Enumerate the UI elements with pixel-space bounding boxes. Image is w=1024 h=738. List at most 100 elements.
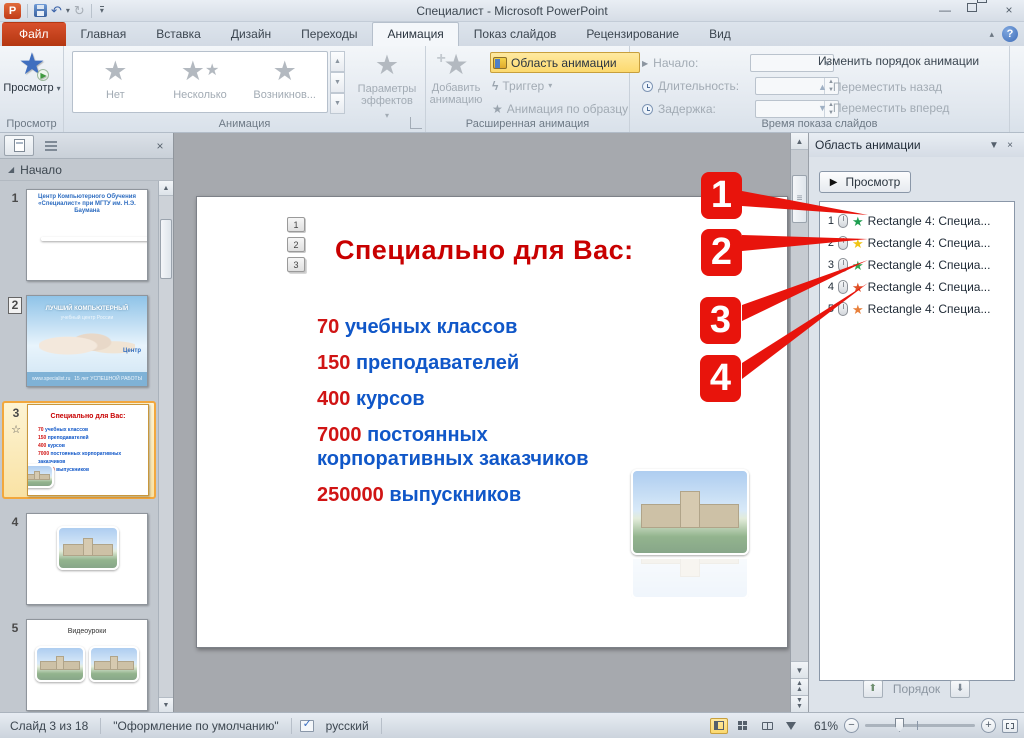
tab-animations[interactable]: Анимация	[372, 22, 458, 46]
mouse-click-icon	[838, 280, 848, 294]
minimize-ribbon-icon[interactable]: ▴	[989, 29, 994, 40]
animation-tag-1[interactable]: 1	[287, 217, 305, 232]
undo-dropdown-icon[interactable]: ▾	[66, 6, 70, 15]
effect-options-button[interactable]: Параметры эффектов ▾	[352, 50, 422, 121]
pane-menu-icon[interactable]: ▼	[986, 140, 1002, 151]
animation-item-4[interactable]: 4 Rectangle 4: Специа...	[820, 276, 1014, 298]
theme-name[interactable]: "Оформление по умолчанию"	[109, 719, 282, 733]
stars-icon	[205, 62, 219, 79]
building-photo	[57, 526, 119, 570]
zoom-in-button[interactable]: +	[981, 718, 996, 733]
previous-slide-button[interactable]: ▲▲	[791, 678, 808, 695]
animation-item-1[interactable]: 1 Rectangle 4: Специа...	[820, 210, 1014, 232]
slide-thumbnail-4[interactable]: 4	[4, 513, 156, 605]
play-icon: ▶	[830, 177, 838, 188]
pane-close-icon[interactable]: ×	[1002, 140, 1018, 151]
slide-thumbnail-1[interactable]: 1 Центр Компьютерного Обучения «Специали…	[4, 189, 156, 281]
close-button[interactable]: ×	[1000, 3, 1018, 17]
tab-view[interactable]: Вид	[694, 22, 746, 46]
redo-icon[interactable]: ↻	[74, 4, 85, 17]
zoom-out-button[interactable]: −	[844, 718, 859, 733]
save-icon[interactable]	[34, 4, 47, 17]
order-up-button[interactable]: ⬆	[863, 680, 883, 698]
tab-transitions[interactable]: Переходы	[286, 22, 372, 46]
animation-item-2[interactable]: 2 Rectangle 4: Специа...	[820, 232, 1014, 254]
gallery-item-none[interactable]: Нет	[73, 52, 158, 112]
gallery-item-appear[interactable]: Возникнов...	[242, 52, 327, 112]
scroll-up-icon[interactable]: ▲	[159, 181, 173, 196]
help-icon[interactable]: ?	[1002, 26, 1018, 42]
tab-outline[interactable]	[36, 135, 66, 156]
zoom-slider-handle[interactable]	[895, 718, 904, 732]
slide-thumbnail-2[interactable]: 2 ЛУЧШИЙ КОМПЬЮТЕРНЫЙ учебный центр Росс…	[4, 295, 156, 387]
next-slide-button[interactable]: ▼▼	[791, 695, 808, 712]
animation-painter-button[interactable]: Анимация по образцу	[490, 98, 642, 119]
add-animation-button[interactable]: ★ Добавить анимацию	[426, 50, 486, 106]
slide-sorter-button[interactable]	[734, 718, 752, 734]
undo-icon[interactable]: ↶	[51, 4, 62, 17]
slide-thumbnail-3-selected[interactable]: 3☆ Специально для Вас: 70 учебных классо…	[2, 401, 156, 499]
section-header[interactable]: ◢ Начало	[0, 159, 173, 181]
effect-options-star-icon	[375, 50, 399, 80]
scrollbar-thumb[interactable]	[160, 219, 172, 279]
animation-tag-3[interactable]: 3	[287, 257, 305, 272]
tab-insert[interactable]: Вставка	[141, 22, 216, 46]
move-later-button[interactable]: ▼ Переместить вперед	[818, 97, 1008, 118]
scrollbar-thumb[interactable]	[792, 175, 807, 223]
slideshow-button[interactable]	[782, 718, 800, 734]
preview-button[interactable]: ★▶ Просмотр ▾	[3, 50, 61, 95]
sparkle-star-icon	[273, 56, 297, 86]
panel-scrollbar[interactable]: ▲ ▼	[158, 181, 173, 712]
animation-item-3[interactable]: 3 Rectangle 4: Специа...	[820, 254, 1014, 276]
animation-pane-button[interactable]: Область анимации	[490, 52, 640, 73]
animation-tag-2[interactable]: 2	[287, 237, 305, 252]
animation-item-5[interactable]: 5 Rectangle 4: Специа...	[820, 298, 1014, 320]
building-photo	[41, 237, 148, 241]
building-photo[interactable]	[631, 469, 749, 555]
animation-pane-title: Область анимации	[815, 138, 921, 152]
zoom-slider[interactable]	[865, 724, 975, 727]
gallery-scroll-up-icon[interactable]: ▲	[330, 51, 345, 72]
pane-play-button[interactable]: ▶ Просмотр	[819, 171, 911, 193]
delay-clock-icon	[642, 104, 653, 115]
slide-counter[interactable]: Слайд 3 из 18	[6, 719, 92, 733]
slide-title[interactable]: Специально для Вас:	[335, 235, 634, 266]
tab-design[interactable]: Дизайн	[216, 22, 286, 46]
tab-slideshow[interactable]: Показ слайдов	[459, 22, 572, 46]
powerpoint-logo-icon[interactable]: P	[4, 3, 21, 19]
tab-file[interactable]: Файл	[2, 22, 66, 46]
customize-qat-icon[interactable]: ▾	[100, 6, 104, 15]
gallery-scroll-down-icon[interactable]: ▼	[330, 72, 345, 93]
gallery-expand-icon[interactable]: ▼	[330, 93, 345, 114]
reading-view-button[interactable]	[758, 718, 776, 734]
language-indicator[interactable]: русский	[322, 719, 373, 733]
gallery-item-several[interactable]: Несколько	[158, 52, 243, 112]
order-label: Порядок	[893, 682, 940, 696]
restore-button[interactable]	[968, 3, 986, 17]
editor-scrollbar[interactable]: ▲ ▼ ▲▲ ▼▼	[790, 133, 808, 712]
painter-star-icon	[492, 102, 503, 116]
spellcheck-icon[interactable]	[300, 720, 314, 732]
trigger-button[interactable]: ϟ Триггер ▾	[490, 75, 642, 96]
mouse-click-icon	[838, 258, 848, 272]
scroll-down-icon[interactable]: ▼	[791, 661, 808, 678]
mouse-click-icon	[838, 302, 848, 316]
zoom-level[interactable]: 61%	[806, 719, 838, 733]
callout-2: 2	[701, 229, 742, 276]
normal-view-button[interactable]	[710, 718, 728, 734]
close-panel-icon[interactable]: ×	[151, 139, 169, 153]
slide-body[interactable]: 70 учебных классов 150 преподавателей 40…	[317, 315, 647, 519]
slide-thumbnail-5[interactable]: 5 Видеоуроки	[4, 619, 156, 711]
dialog-launcher-icon[interactable]	[410, 117, 422, 129]
tab-review[interactable]: Рецензирование	[571, 22, 694, 46]
minimize-button[interactable]: —	[936, 3, 954, 17]
tab-slides-thumbnails[interactable]	[4, 135, 34, 156]
slide-canvas[interactable]: 1 2 3 Специально для Вас: 70 учебных кла…	[196, 196, 788, 648]
fit-to-window-button[interactable]	[1002, 719, 1018, 733]
scroll-up-icon[interactable]: ▲	[791, 133, 808, 150]
move-earlier-button[interactable]: ▲ Переместить назад	[818, 76, 1008, 97]
slide-sorter-icon	[738, 721, 748, 730]
tab-home[interactable]: Главная	[66, 22, 142, 46]
scroll-down-icon[interactable]: ▼	[159, 697, 173, 712]
order-down-button[interactable]: ⬇	[950, 680, 970, 698]
